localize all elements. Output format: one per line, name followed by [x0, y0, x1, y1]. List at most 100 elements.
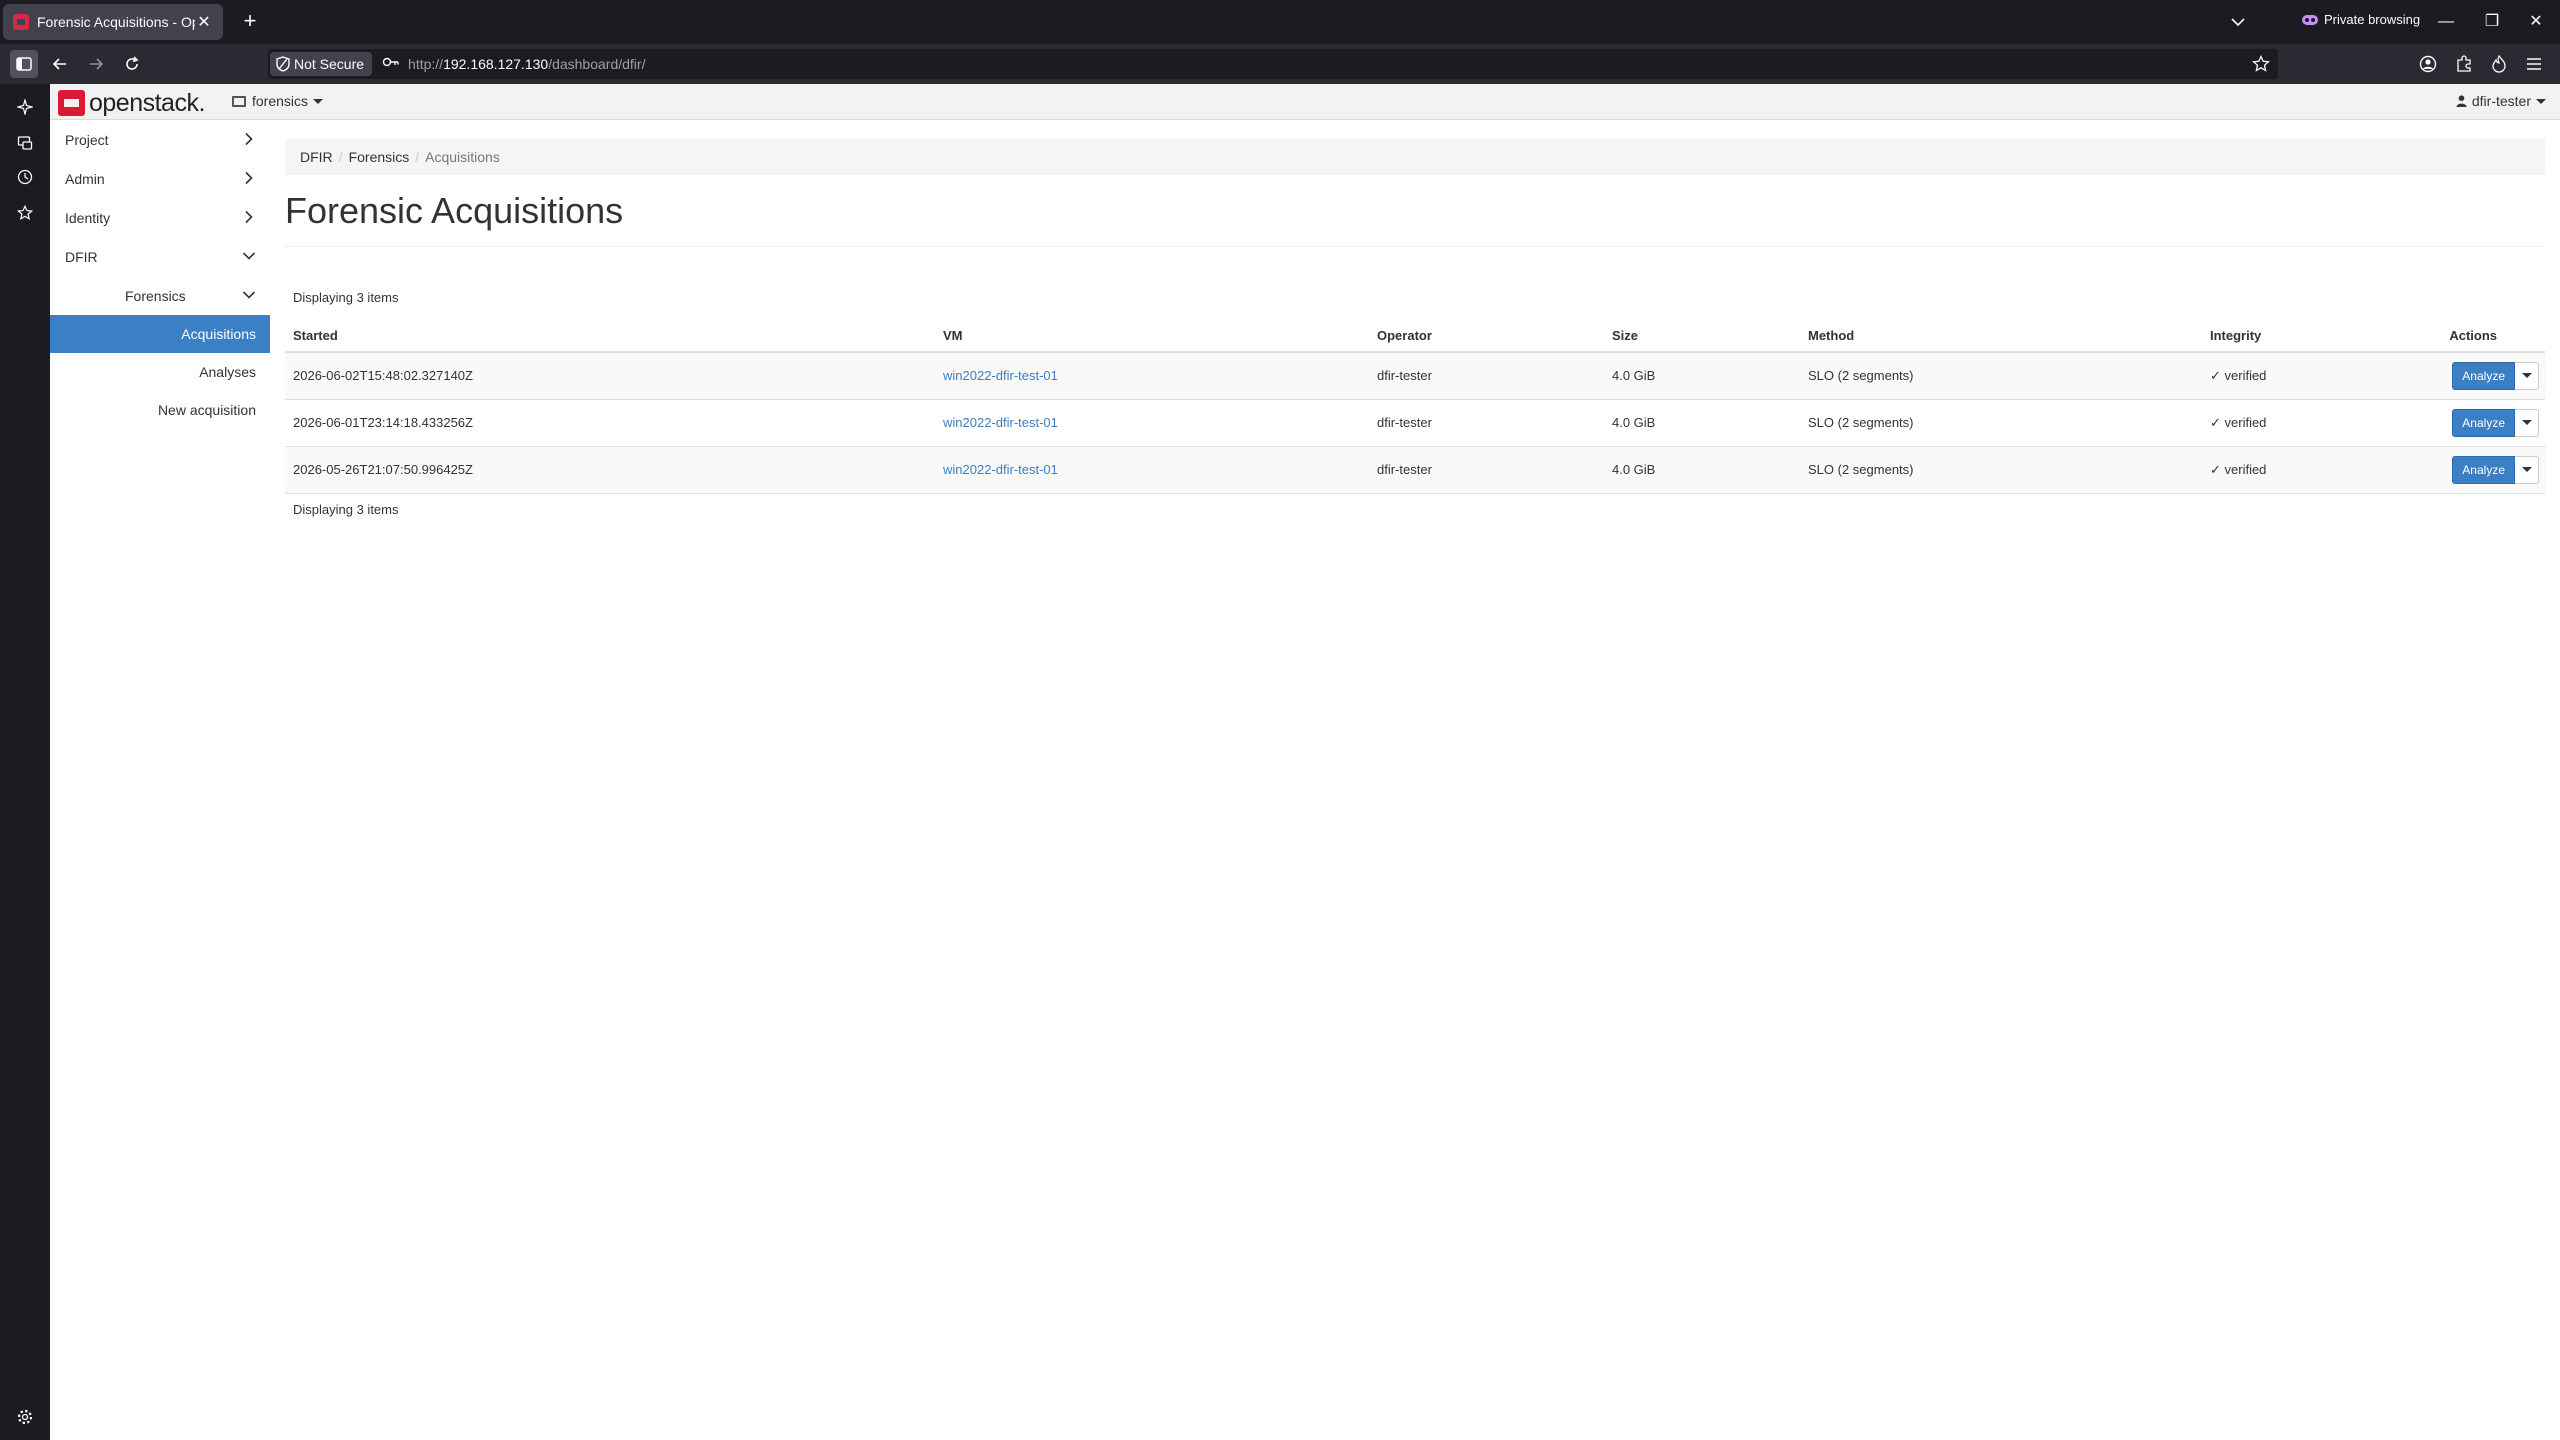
- not-secure-label: Not Secure: [294, 56, 365, 72]
- cell-integrity: ✓ verified: [2202, 352, 2398, 400]
- sidebar-group-forensics[interactable]: Forensics: [50, 276, 270, 315]
- analyze-button[interactable]: Analyze: [2452, 408, 2515, 437]
- ai-chatbot-icon[interactable]: [14, 96, 36, 118]
- key-icon[interactable]: [382, 55, 400, 73]
- openstack-logo[interactable]: openstack.: [58, 90, 205, 116]
- browser-navigation-bar: Not Secure http://192.168.127.130/dashbo…: [0, 44, 2560, 84]
- analyze-button[interactable]: Analyze: [2452, 455, 2515, 484]
- history-clock-icon[interactable]: [14, 166, 36, 188]
- breadcrumb-item-forensics[interactable]: Forensics: [349, 149, 410, 165]
- sidebar-item-label: Identity: [65, 209, 111, 226]
- breadcrumb-separator: /: [415, 149, 420, 165]
- cell-vm: win2022-dfir-test-01: [935, 352, 1369, 400]
- private-browsing-indicator: Private browsing: [2302, 12, 2420, 27]
- table-header-row: Started VM Operator Size Method Integrit…: [285, 320, 2545, 353]
- back-arrow-icon[interactable]: [46, 50, 74, 78]
- breadcrumb-item-dfir[interactable]: DFIR: [300, 149, 333, 165]
- vm-link[interactable]: win2022-dfir-test-01: [943, 462, 1058, 477]
- firefox-view-icon[interactable]: [2485, 50, 2513, 78]
- caret-down-icon: [2521, 420, 2532, 425]
- cell-started: 2026-05-26T21:07:50.996425Z: [285, 446, 935, 494]
- acquisitions-table: Started VM Operator Size Method Integrit…: [285, 320, 2545, 494]
- column-header-operator: Operator: [1369, 320, 1604, 353]
- sidebar-item-dfir[interactable]: DFIR: [50, 237, 270, 276]
- user-icon: [2456, 95, 2467, 107]
- more-actions-toggle[interactable]: [2515, 408, 2539, 437]
- window-close-button[interactable]: ✕: [2522, 8, 2550, 36]
- project-server-icon: [232, 95, 246, 107]
- chevron-down-icon: [242, 291, 256, 299]
- openstack-favicon-icon: [13, 14, 29, 30]
- sidebar-item-project[interactable]: Project: [50, 120, 270, 159]
- sidebar-item-new-acquisition[interactable]: New acquisition: [50, 391, 270, 429]
- account-icon[interactable]: [2414, 50, 2442, 78]
- url-text[interactable]: http://192.168.127.130/dashboard/dfir/: [408, 56, 645, 72]
- cell-operator: dfir-tester: [1369, 399, 1604, 447]
- tab-title: Forensic Acquisitions - OpenSt: [37, 14, 195, 30]
- private-browsing-label: Private browsing: [2324, 12, 2421, 27]
- column-header-actions: Actions: [2398, 320, 2545, 353]
- bookmarks-star-icon[interactable]: [14, 202, 36, 224]
- more-actions-toggle[interactable]: [2515, 361, 2539, 390]
- sidebar-item-acquisitions[interactable]: Acquisitions: [50, 315, 270, 353]
- cell-method: SLO (2 segments): [1800, 352, 2202, 400]
- extensions-icon[interactable]: [2450, 50, 2478, 78]
- caret-down-icon: [2521, 373, 2532, 379]
- url-host: 192.168.127.130: [443, 56, 549, 72]
- sidebar-item-analyses[interactable]: Analyses: [50, 353, 270, 391]
- vm-link[interactable]: win2022-dfir-test-01: [943, 415, 1058, 430]
- sidebar-toggle-icon[interactable]: [10, 50, 38, 78]
- project-selector[interactable]: forensics: [232, 93, 324, 109]
- cell-size: 4.0 GiB: [1604, 399, 1800, 447]
- openstack-page: openstack. forensics dfir-tester Project…: [50, 84, 2560, 1440]
- cell-actions: Analyze: [2398, 399, 2545, 447]
- cell-actions: Analyze: [2398, 352, 2545, 400]
- vm-link[interactable]: win2022-dfir-test-01: [943, 368, 1058, 383]
- cell-started: 2026-06-02T15:48:02.327140Z: [285, 352, 935, 400]
- more-actions-toggle[interactable]: [2515, 455, 2539, 484]
- cell-operator: dfir-tester: [1369, 352, 1604, 400]
- synced-tabs-icon[interactable]: [14, 132, 36, 154]
- app-menu-icon[interactable]: [2520, 50, 2548, 78]
- sidebar-item-admin[interactable]: Admin: [50, 159, 270, 198]
- column-header-integrity: Integrity: [2202, 320, 2398, 353]
- row-actions: Analyze: [2452, 408, 2539, 437]
- sidebar-item-label: Project: [65, 131, 109, 148]
- column-header-started: Started: [285, 320, 935, 353]
- row-actions: Analyze: [2452, 361, 2539, 390]
- cell-vm: win2022-dfir-test-01: [935, 446, 1369, 494]
- caret-down-icon: [313, 98, 324, 104]
- cell-integrity: ✓ verified: [2202, 446, 2398, 494]
- user-name: dfir-tester: [2471, 93, 2531, 109]
- restore-button[interactable]: ❐: [2478, 8, 2506, 36]
- customize-sidebar-gear-icon[interactable]: [14, 1406, 36, 1428]
- caret-down-icon: [2536, 98, 2546, 104]
- sidebar-item-label: New acquisition: [157, 402, 256, 418]
- bookmark-star-icon[interactable]: [2252, 54, 2270, 78]
- tab-close-icon[interactable]: ✕: [195, 12, 213, 32]
- reload-icon[interactable]: [118, 50, 146, 78]
- browser-tab-bar: Forensic Acquisitions - OpenSt ✕ + Priva…: [0, 0, 2560, 44]
- analyze-button[interactable]: Analyze: [2452, 361, 2515, 390]
- minimize-button[interactable]: —: [2432, 8, 2460, 36]
- forward-arrow-icon[interactable]: [82, 50, 110, 78]
- row-actions: Analyze: [2452, 455, 2539, 484]
- list-all-tabs-chevron-icon[interactable]: [2226, 10, 2250, 34]
- browser-tab[interactable]: Forensic Acquisitions - OpenSt ✕: [3, 4, 223, 40]
- address-bar[interactable]: Not Secure http://192.168.127.130/dashbo…: [268, 49, 2278, 79]
- item-count-bottom: Displaying 3 items: [293, 502, 399, 517]
- column-header-size: Size: [1604, 320, 1800, 353]
- url-path: /dashboard/dfir/: [548, 56, 646, 72]
- sidebar-item-label: Admin: [65, 170, 105, 187]
- sidebar-item-identity[interactable]: Identity: [50, 198, 270, 237]
- browser-sidebar: [0, 84, 50, 1440]
- cell-operator: dfir-tester: [1369, 446, 1604, 494]
- not-secure-badge[interactable]: Not Secure: [270, 52, 373, 76]
- new-tab-button[interactable]: +: [236, 8, 264, 36]
- cell-size: 4.0 GiB: [1604, 446, 1800, 494]
- chevron-right-icon: [245, 132, 253, 146]
- chevron-right-icon: [245, 210, 253, 224]
- project-name: forensics: [252, 93, 309, 109]
- user-menu[interactable]: dfir-tester: [2456, 93, 2546, 109]
- openstack-header: openstack. forensics dfir-tester: [50, 84, 2560, 120]
